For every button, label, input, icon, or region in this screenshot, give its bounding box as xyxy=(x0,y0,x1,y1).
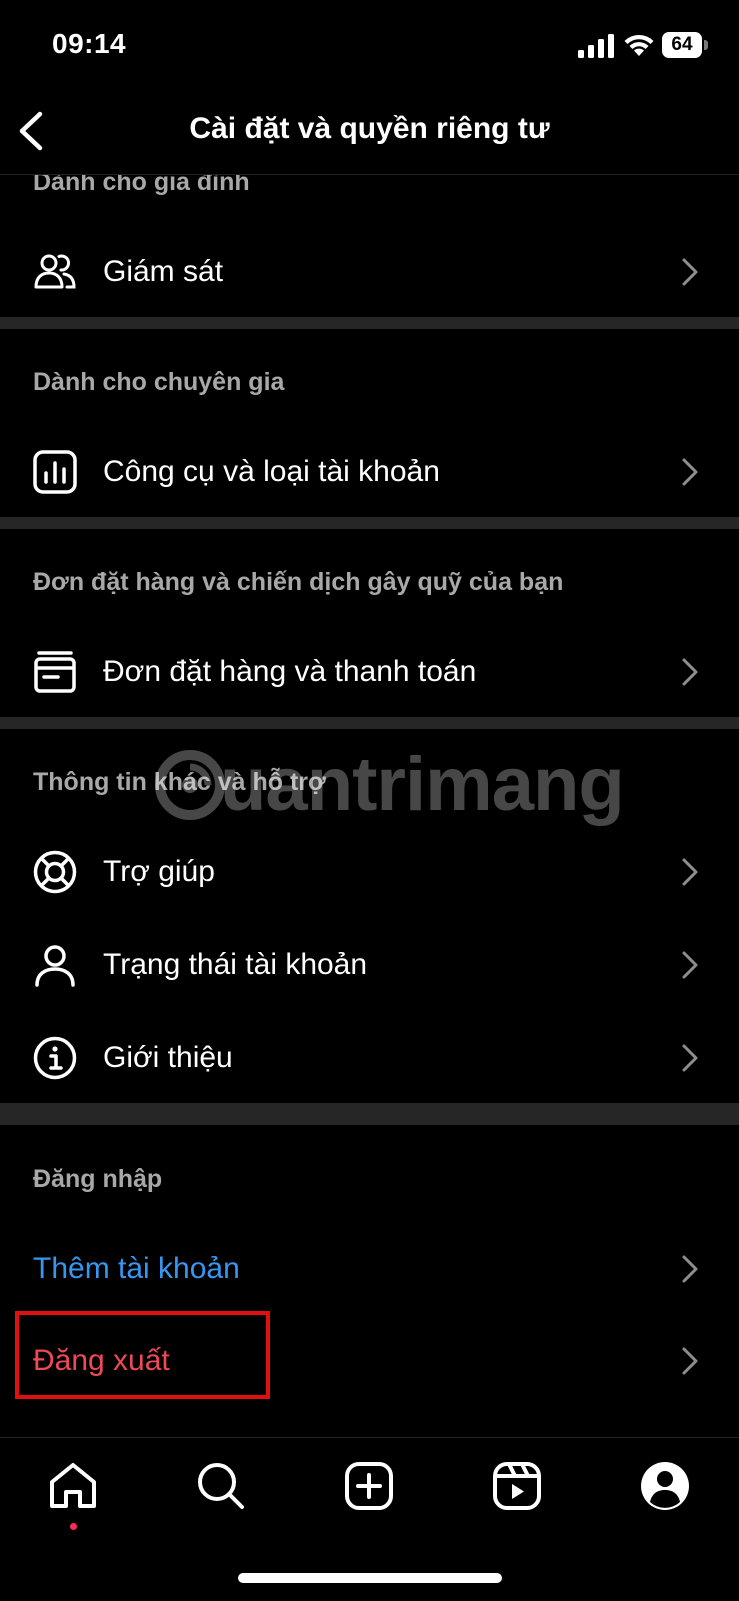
chevron-right-icon xyxy=(682,258,698,286)
section-separator xyxy=(0,717,739,729)
cellular-signal-icon xyxy=(578,34,614,58)
search-icon[interactable] xyxy=(195,1460,247,1512)
home-active-dot xyxy=(70,1523,77,1530)
info-circle-icon xyxy=(33,1036,77,1080)
status-bar: 09:14 64 xyxy=(0,0,739,90)
row-about[interactable]: Giới thiệu xyxy=(0,1013,739,1103)
battery-indicator: 64 xyxy=(662,32,710,58)
chevron-right-icon xyxy=(682,458,698,486)
section-separator xyxy=(0,1103,739,1125)
bottom-tab-bar xyxy=(0,1437,739,1601)
chevron-right-icon xyxy=(682,1255,698,1283)
section-title-family: Dành cho gia đình xyxy=(33,175,250,196)
logout-link: Đăng xuất xyxy=(33,1344,170,1377)
status-time: 09:14 xyxy=(52,28,127,59)
page-title: Cài đặt và quyền riêng tư xyxy=(189,112,550,145)
row-label: Công cụ và loại tài khoản xyxy=(103,455,440,488)
chevron-right-icon xyxy=(682,951,698,979)
section-separator xyxy=(0,517,739,529)
chart-insights-icon xyxy=(33,450,77,494)
row-label: Trợ giúp xyxy=(103,855,215,888)
row-supervision[interactable]: Giám sát xyxy=(0,227,739,317)
section-title-orders: Đơn đặt hàng và chiến dịch gây quỹ của b… xyxy=(33,568,564,596)
row-logout[interactable]: Đăng xuất xyxy=(0,1316,739,1406)
section-title-pro: Dành cho chuyên gia xyxy=(33,368,285,396)
chevron-right-icon xyxy=(682,658,698,686)
create-icon[interactable] xyxy=(343,1460,395,1512)
wifi-icon xyxy=(624,34,654,56)
home-icon[interactable] xyxy=(47,1460,99,1512)
section-separator xyxy=(0,317,739,329)
section-title-support: Thông tin khác và hỗ trợ xyxy=(33,768,326,796)
row-account-status[interactable]: Trạng thái tài khoản xyxy=(0,920,739,1010)
person-icon xyxy=(35,945,75,987)
chevron-right-icon xyxy=(682,1044,698,1072)
row-label: Trạng thái tài khoản xyxy=(103,948,368,981)
row-label: Giám sát xyxy=(103,255,224,288)
help-lifebuoy-icon xyxy=(33,850,77,894)
row-add-account[interactable]: Thêm tài khoản xyxy=(0,1224,739,1314)
chevron-right-icon xyxy=(682,858,698,886)
orders-receipt-icon xyxy=(34,651,76,693)
row-help[interactable]: Trợ giúp xyxy=(0,827,739,917)
supervision-people-icon xyxy=(34,254,76,289)
battery-level: 64 xyxy=(662,32,702,58)
row-pro-tools[interactable]: Công cụ và loại tài khoản xyxy=(0,427,739,517)
row-orders-payments[interactable]: Đơn đặt hàng và thanh toán xyxy=(0,627,739,717)
row-label: Giới thiệu xyxy=(103,1041,233,1074)
chevron-right-icon xyxy=(682,1347,698,1375)
row-label: Đơn đặt hàng và thanh toán xyxy=(103,655,477,688)
profile-icon[interactable] xyxy=(639,1460,691,1512)
add-account-link: Thêm tài khoản xyxy=(33,1252,240,1285)
home-indicator xyxy=(238,1573,502,1583)
section-title-login: Đăng nhập xyxy=(33,1165,163,1193)
nav-header: Cài đặt và quyền riêng tư xyxy=(0,90,739,175)
battery-nub xyxy=(704,40,708,50)
settings-list: Dành cho gia đình Giám sát Dành cho chuy… xyxy=(0,175,739,1437)
reels-icon[interactable] xyxy=(491,1460,543,1512)
